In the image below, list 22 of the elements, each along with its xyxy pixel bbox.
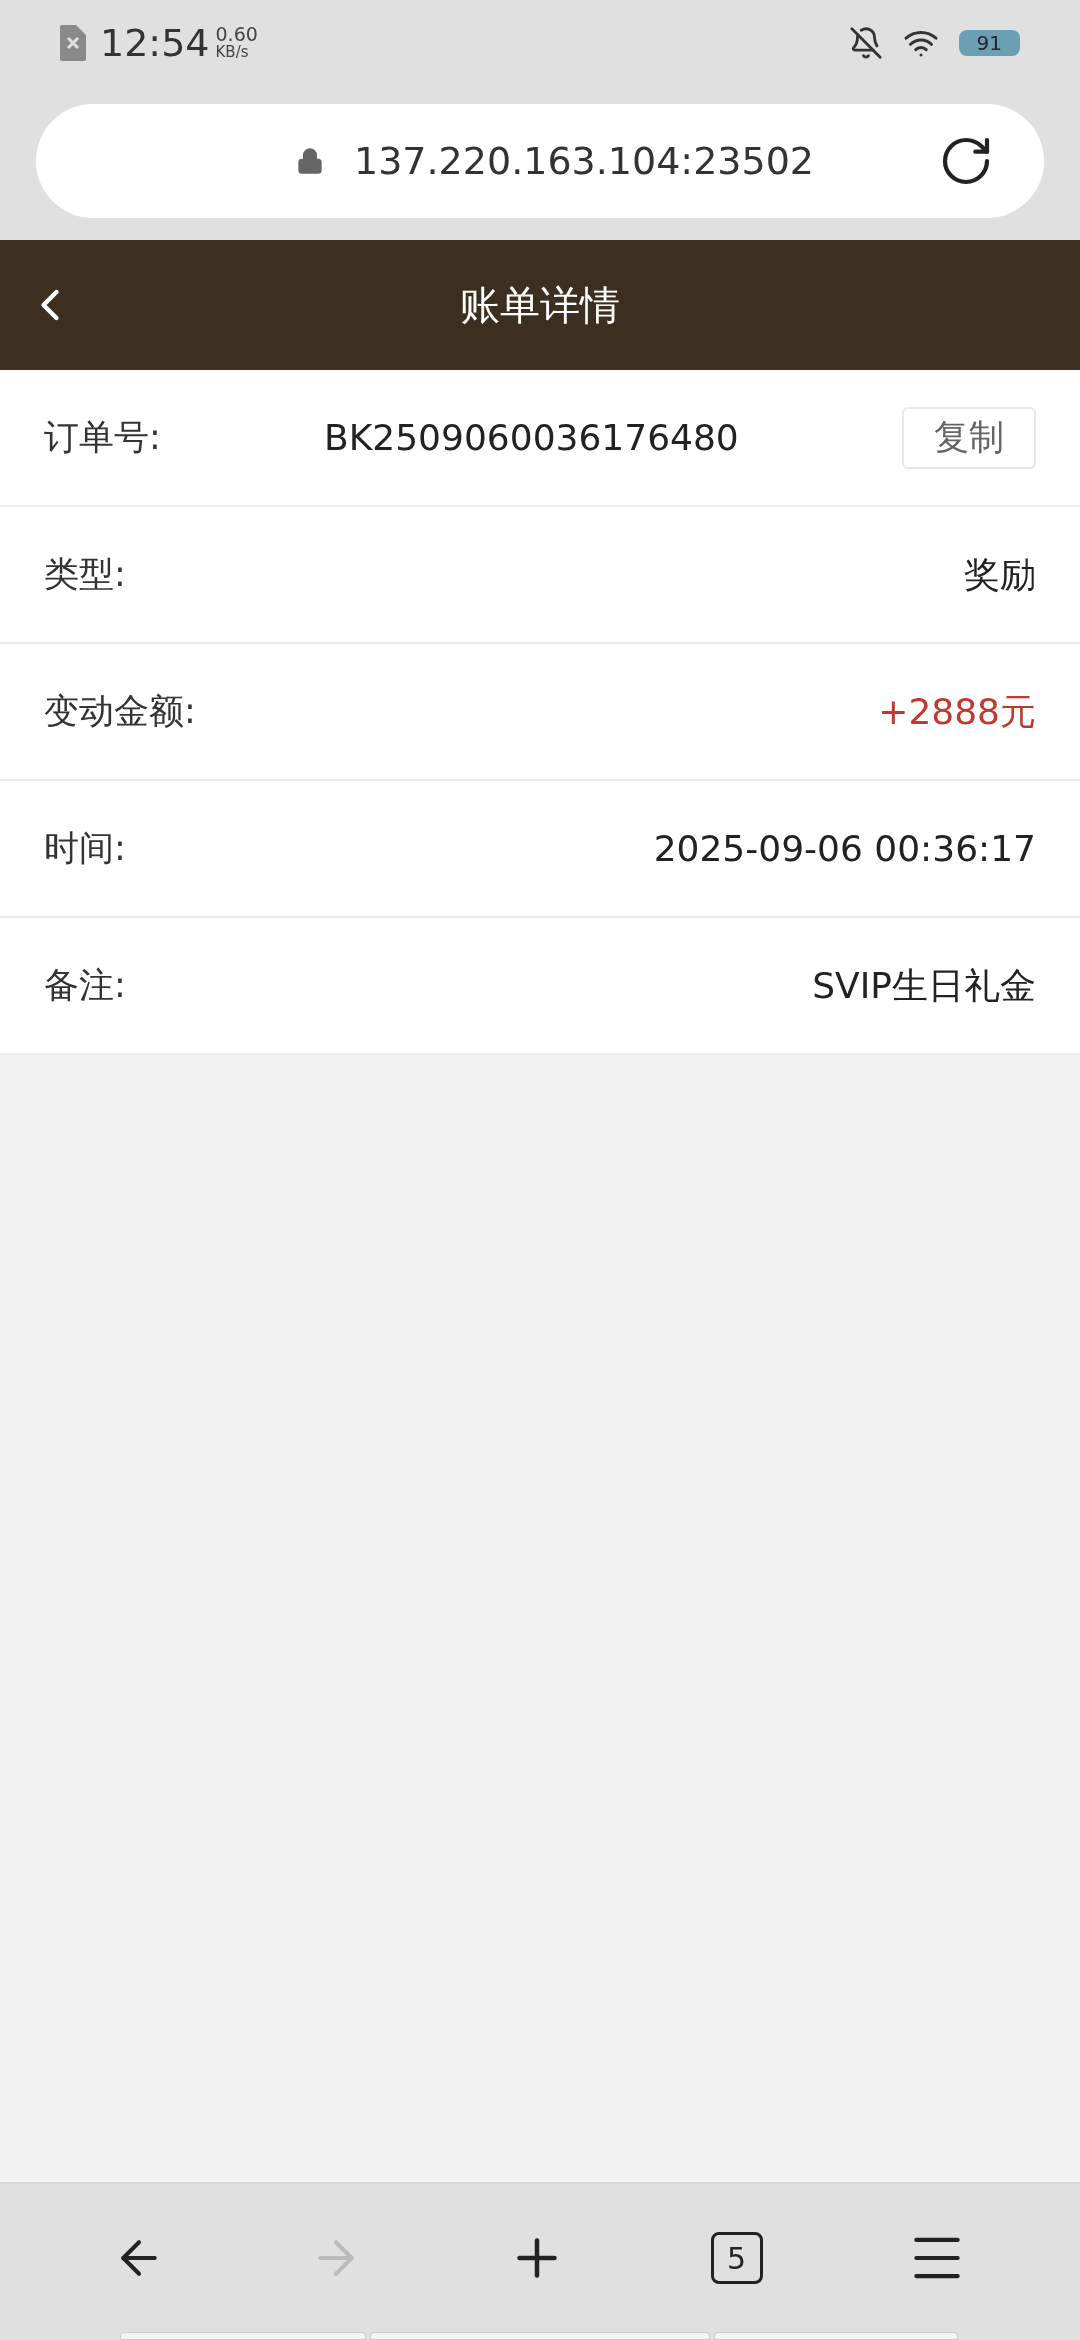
url-text: 137.220.163.104:23502 (354, 137, 815, 185)
sim-card-icon (60, 25, 86, 61)
clock: 12:54 (100, 19, 210, 67)
field-value: 2025-09-06 00:36:17 (652, 826, 1036, 871)
order-number: BK2509060036176480 (323, 415, 740, 460)
lock-icon (296, 147, 324, 175)
field-label: 时间: (44, 827, 126, 871)
field-label: 类型: (44, 553, 126, 597)
field-value: +2888元 (877, 689, 1036, 734)
mute-icon (848, 26, 883, 60)
field-label: 备注: (44, 964, 126, 1008)
field-label: 订单号: (44, 416, 161, 460)
field-value: 奖励 (963, 552, 1036, 597)
tab-count-button[interactable]: 5 (710, 2232, 763, 2284)
address-bar[interactable]: 137.220.163.104:23502 (36, 104, 1044, 218)
field-label: 变动金额: (44, 690, 196, 734)
field-value: SVIP生日礼金 (811, 963, 1036, 1008)
network-speed: 0.60 (215, 25, 258, 43)
battery-level: 91 (958, 30, 1020, 56)
copy-button[interactable]: 复制 (902, 406, 1036, 469)
speed-unit: KB/s (215, 43, 250, 61)
page-title: 账单详情 (459, 281, 621, 330)
